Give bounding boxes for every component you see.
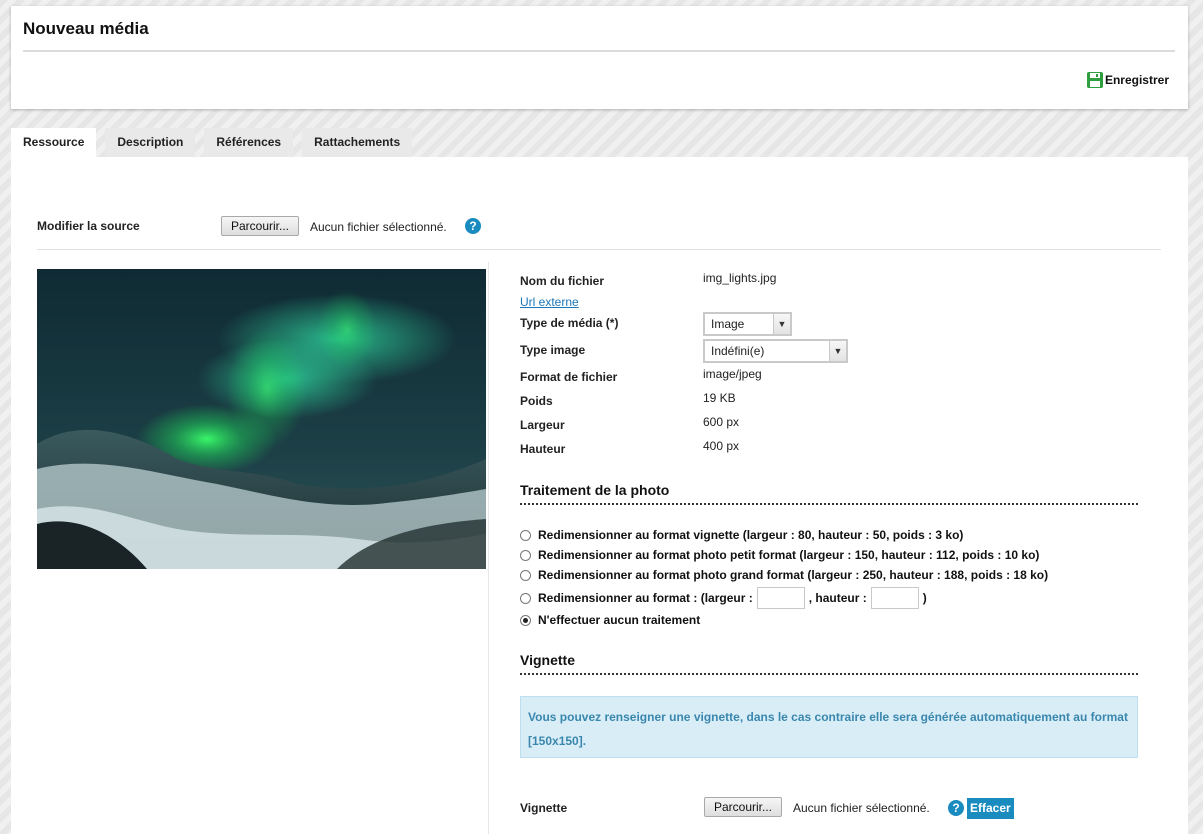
processing-option-label: Redimensionner au format vignette (large…: [538, 528, 964, 542]
tab-rattachements[interactable]: Rattachements: [302, 128, 413, 157]
media-type-label: Type de média (*): [520, 316, 619, 330]
processing-option-large[interactable]: Redimensionner au format photo grand for…: [520, 568, 1048, 582]
chevron-down-icon: ▼: [829, 341, 846, 361]
custom-mid-label: , hauteur :: [808, 591, 867, 605]
file-format-label: Format de fichier: [520, 370, 618, 384]
width-value: 600 px: [703, 415, 740, 429]
tab-references[interactable]: Références: [204, 128, 294, 157]
save-label: Enregistrer: [1104, 73, 1169, 87]
external-url-link[interactable]: Url externe: [520, 295, 579, 309]
thumbnail-info-box: Vous pouvez renseigner une vignette, dan…: [520, 696, 1138, 758]
header-panel: Nouveau média Enregistrer: [11, 6, 1188, 109]
processing-option-label: N'effectuer aucun traitement: [538, 613, 701, 627]
processing-option-label: Redimensionner au format photo grand for…: [538, 568, 1049, 582]
source-browse-button[interactable]: Parcourir...: [221, 216, 300, 236]
thumbnail-browse-button[interactable]: Parcourir...: [704, 797, 783, 817]
processing-option-custom[interactable]: Redimensionner au format : (largeur : , …: [520, 587, 927, 609]
filename-value: img_lights.jpg: [703, 271, 777, 285]
radio-button[interactable]: [520, 592, 531, 604]
image-preview: [37, 269, 486, 569]
processing-option-thumbnail[interactable]: Redimensionner au format vignette (large…: [520, 528, 963, 542]
radio-button[interactable]: [520, 529, 531, 541]
divider: [37, 249, 1161, 250]
weight-value: 19 KB: [703, 391, 736, 405]
width-label: Largeur: [520, 418, 565, 432]
save-button[interactable]: Enregistrer: [1086, 72, 1169, 88]
question-circle-icon[interactable]: ?: [465, 218, 481, 234]
source-no-file-text: Aucun fichier sélectionné.: [310, 220, 447, 234]
question-circle-icon[interactable]: ?: [948, 800, 964, 816]
tab-ressource[interactable]: Ressource: [11, 128, 97, 157]
processing-section-title: Traitement de la photo: [520, 482, 1138, 505]
tab-description[interactable]: Description: [105, 128, 196, 157]
radio-button-checked[interactable]: [520, 614, 531, 626]
file-format-value: image/jpeg: [703, 367, 762, 381]
height-value: 400 px: [703, 439, 740, 453]
image-type-label: Type image: [520, 343, 586, 357]
radio-button[interactable]: [520, 549, 531, 561]
radio-button[interactable]: [520, 569, 531, 581]
media-type-value: Image: [711, 317, 745, 331]
column-divider: [488, 262, 489, 834]
processing-option-none[interactable]: N'effectuer aucun traitement: [520, 613, 700, 627]
height-label: Hauteur: [520, 442, 566, 456]
custom-height-input[interactable]: [870, 587, 919, 609]
media-type-select[interactable]: Image ▼: [703, 312, 792, 336]
floppy-disk-icon: [1086, 72, 1103, 88]
source-label: Modifier la source: [37, 219, 140, 233]
image-type-select[interactable]: Indéfini(e) ▼: [703, 339, 848, 363]
weight-label: Poids: [520, 394, 553, 408]
clear-button[interactable]: Effacer: [967, 798, 1014, 819]
thumbnail-label: Vignette: [520, 801, 568, 815]
custom-suffix-label: ): [922, 591, 927, 605]
title-divider: [23, 50, 1175, 52]
custom-width-input[interactable]: [756, 587, 805, 609]
chevron-down-icon: ▼: [773, 314, 790, 334]
content-panel: Modifier la source Parcourir... Aucun fi…: [11, 157, 1188, 834]
thumbnail-no-file-text: Aucun fichier sélectionné.: [793, 801, 930, 815]
thumbnail-section-title: Vignette: [520, 652, 1138, 675]
processing-option-label: Redimensionner au format photo petit for…: [538, 548, 1040, 562]
processing-option-small[interactable]: Redimensionner au format photo petit for…: [520, 548, 1039, 562]
tab-bar: Ressource Description Références Rattach…: [11, 128, 421, 157]
page-title: Nouveau média: [23, 19, 149, 38]
image-type-value: Indéfini(e): [711, 344, 765, 358]
filename-label: Nom du fichier: [520, 274, 605, 288]
custom-prefix-label: Redimensionner au format : (largeur :: [538, 591, 753, 605]
